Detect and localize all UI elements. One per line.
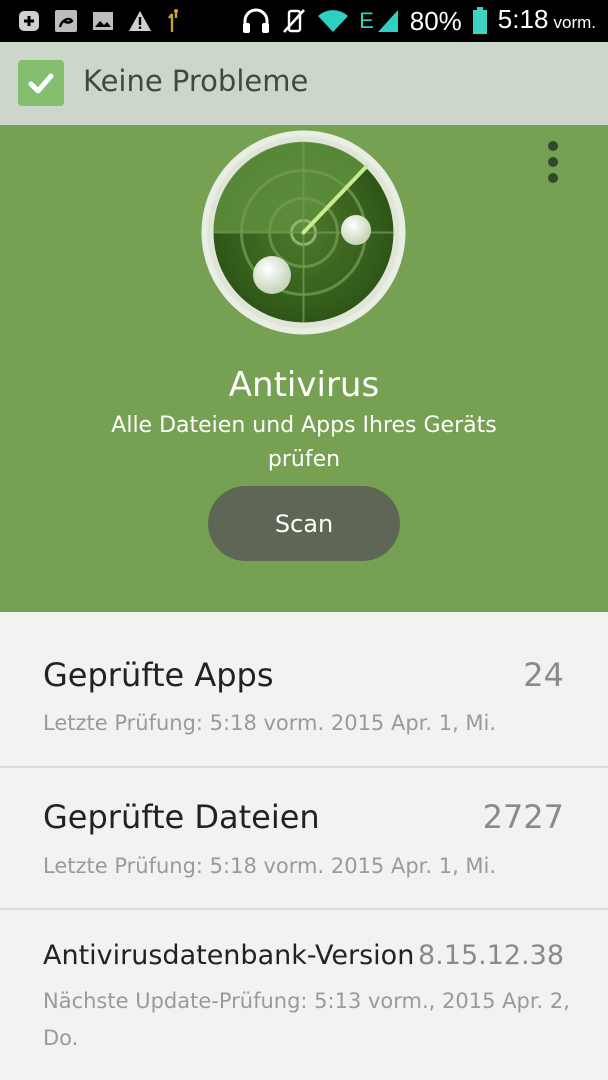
battery-icon xyxy=(472,7,488,35)
notification-plus-icon xyxy=(18,10,40,32)
row-detail: Letzte Prüfung: 5:18 vorm. 2015 Apr. 1, … xyxy=(43,711,497,735)
row-title: Geprüfte Apps xyxy=(43,656,274,694)
headset-icon xyxy=(241,7,271,35)
clock-suffix: vorm. xyxy=(553,13,597,32)
antivirus-hero: Antivirus Alle Dateien und Apps Ihres Ge… xyxy=(0,125,608,612)
app-notification-icon xyxy=(54,9,78,33)
row-title: Antivirusdatenbank-Version xyxy=(43,940,415,971)
usb-debug-icon xyxy=(166,8,182,34)
checked-files-row: Geprüfte Dateien 2727 Letzte Prüfung: 5:… xyxy=(0,768,608,909)
network-type-label: E xyxy=(359,8,374,33)
row-title: Geprüfte Dateien xyxy=(43,798,320,836)
database-version-row: Antivirusdatenbank-Version 8.15.12.38 Nä… xyxy=(0,910,608,1080)
row-value: 2727 xyxy=(482,798,564,836)
radar-icon xyxy=(200,129,407,336)
status-bar: E 80% 5:18 vorm. xyxy=(0,0,608,42)
battery-percent: 80% xyxy=(409,6,462,36)
checked-apps-row: Geprüfte Apps 24 Letzte Prüfung: 5:18 vo… xyxy=(0,612,608,767)
check-icon xyxy=(18,60,64,106)
row-detail: Nächste Update-Prüfung: 5:13 vorm., 2015… xyxy=(43,989,570,1050)
image-notification-icon xyxy=(92,10,114,32)
hero-title: Antivirus xyxy=(228,365,380,405)
status-bar-notifications xyxy=(18,0,182,42)
app-header: Keine Probleme xyxy=(0,42,608,125)
row-value: 24 xyxy=(523,656,564,694)
warning-icon xyxy=(128,10,152,32)
scan-button[interactable]: Scan xyxy=(208,486,400,561)
wifi-icon xyxy=(317,8,349,34)
hero-subtitle: Alle Dateien und Apps Ihres Geräts prüfe… xyxy=(111,413,497,472)
overflow-menu-icon[interactable] xyxy=(546,141,560,183)
status-title: Keine Probleme xyxy=(83,64,309,98)
clock-time: 5:18 xyxy=(497,4,549,34)
row-detail: Letzte Prüfung: 5:18 vorm. 2015 Apr. 1, … xyxy=(43,854,497,878)
signal-icon: E xyxy=(359,0,400,42)
status-bar-system: E 80% 5:18 vorm. xyxy=(241,0,596,42)
row-value: 8.15.12.38 xyxy=(418,940,564,971)
vibrate-mute-icon xyxy=(281,7,307,35)
